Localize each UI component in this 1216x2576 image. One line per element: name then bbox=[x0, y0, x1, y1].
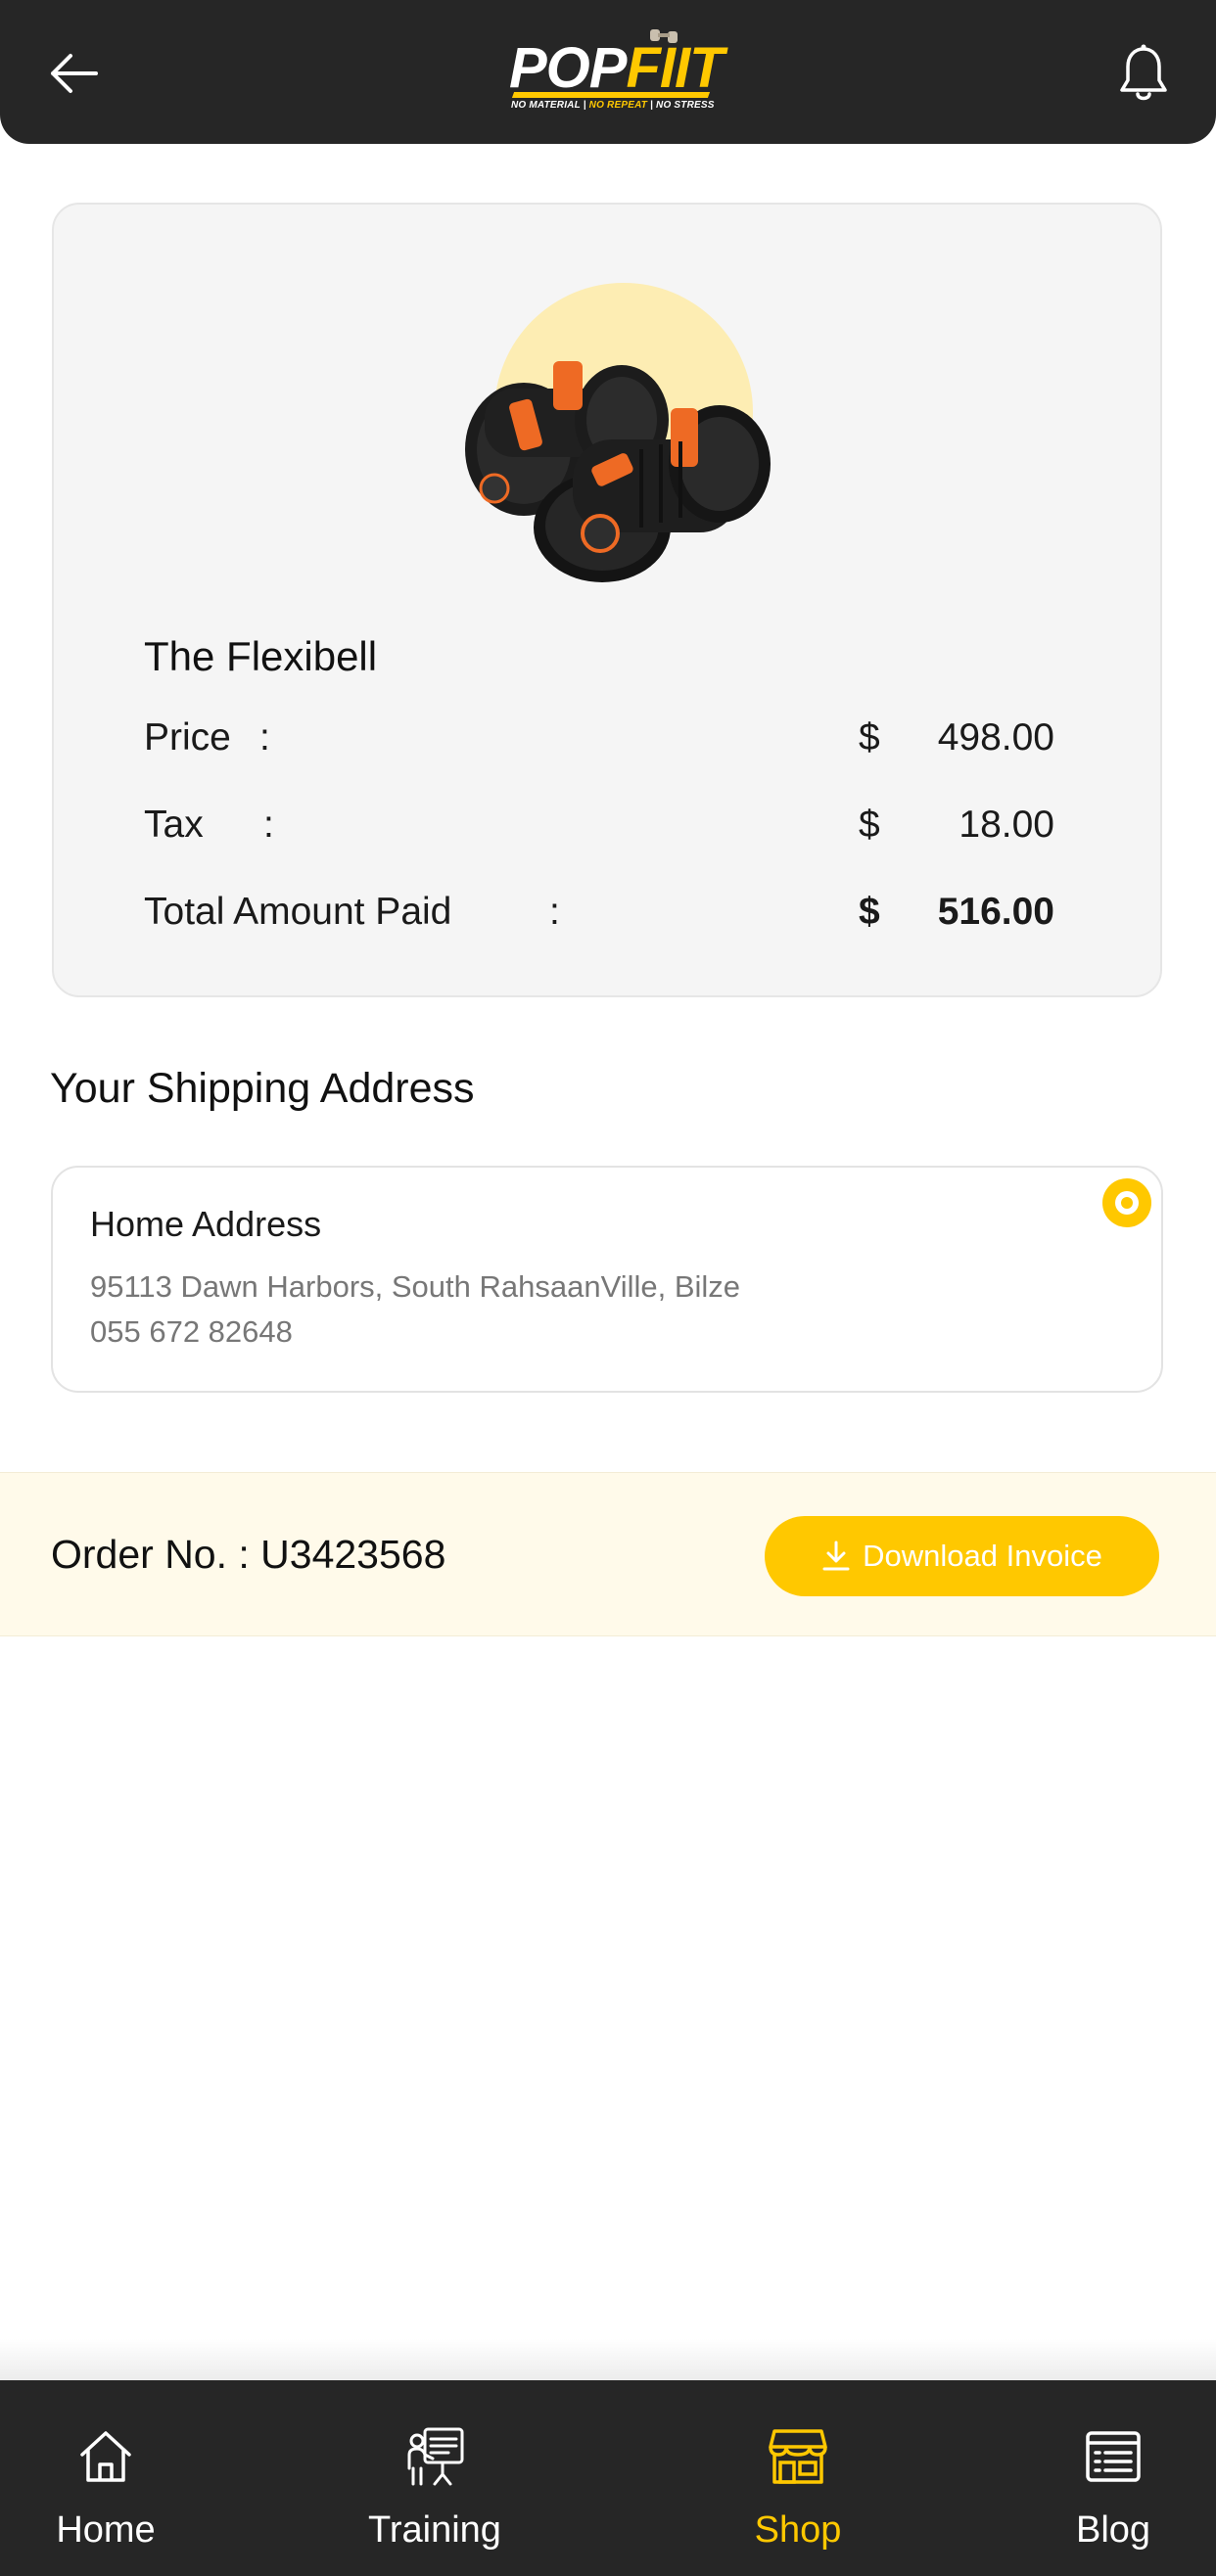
price-row: Price : $ 498.00 bbox=[144, 716, 1054, 765]
price-label: Price bbox=[144, 716, 231, 759]
address-title: Home Address bbox=[90, 1204, 322, 1244]
address-line: 95113 Dawn Harbors, South RahsaanVille, … bbox=[90, 1269, 741, 1304]
download-invoice-button[interactable]: Download Invoice bbox=[765, 1516, 1159, 1596]
shop-icon bbox=[769, 2429, 827, 2484]
back-button[interactable] bbox=[47, 49, 100, 98]
total-currency: $ bbox=[859, 891, 880, 933]
tax-label: Tax bbox=[144, 804, 204, 846]
order-bar: Order No. : U3423568 Download Invoice bbox=[0, 1472, 1216, 1636]
nav-item-blog[interactable]: Blog bbox=[1006, 2380, 1216, 2576]
nav-label-blog: Blog bbox=[1075, 2509, 1151, 2551]
download-icon bbox=[822, 1541, 850, 1571]
address-radio-selected[interactable] bbox=[1102, 1178, 1151, 1227]
total-colon: : bbox=[549, 891, 560, 933]
nav-item-training[interactable]: Training bbox=[327, 2380, 542, 2576]
order-summary-card: The Flexibell Price : $ 498.00 Tax : $ 1… bbox=[52, 203, 1162, 997]
price-colon: : bbox=[259, 716, 270, 759]
logo-tag-part: NO REPEAT bbox=[588, 100, 648, 111]
logo-tagline: NO MATERIAL | NO REPEAT | NO STRESS bbox=[511, 100, 715, 111]
address-card[interactable]: Home Address 95113 Dawn Harbors, South R… bbox=[51, 1166, 1163, 1393]
bottom-nav: Home Training Shop Blog bbox=[0, 2380, 1216, 2576]
home-icon bbox=[80, 2431, 131, 2482]
tax-currency: $ bbox=[859, 804, 880, 846]
nav-item-home[interactable]: Home bbox=[0, 2380, 213, 2576]
tax-value: 18.00 bbox=[959, 804, 1054, 846]
price-currency: $ bbox=[859, 716, 880, 759]
logo-pop: POP bbox=[509, 36, 627, 100]
adjustable-dumbbells-image bbox=[465, 361, 771, 582]
logo-underline bbox=[511, 92, 711, 98]
logo-tag-part: NO MATERIAL | bbox=[511, 100, 589, 111]
nav-label-training: Training bbox=[368, 2509, 501, 2551]
popfiit-logo: POPFIIT NO MATERIAL | NO REPEAT | NO STR… bbox=[499, 25, 725, 115]
tax-colon: : bbox=[263, 804, 274, 846]
total-row: Total Amount Paid : $ 516.00 bbox=[144, 891, 1054, 940]
tax-row: Tax : $ 18.00 bbox=[144, 804, 1054, 852]
total-label: Total Amount Paid bbox=[144, 891, 452, 933]
price-value: 498.00 bbox=[937, 716, 1054, 759]
app-header: POPFIIT NO MATERIAL | NO REPEAT | NO STR… bbox=[0, 0, 1216, 144]
logo-fiit: FIIT bbox=[626, 36, 725, 100]
address-phone: 055 672 82648 bbox=[90, 1314, 293, 1349]
product-name: The Flexibell bbox=[144, 633, 378, 679]
download-invoice-label: Download Invoice bbox=[863, 1539, 1102, 1573]
nav-item-shop[interactable]: Shop bbox=[690, 2380, 906, 2576]
nav-label-home: Home bbox=[56, 2509, 156, 2551]
total-value: 516.00 bbox=[937, 891, 1054, 933]
logo-wordmark: POPFIIT bbox=[509, 35, 725, 101]
shipping-section-title: Your Shipping Address bbox=[50, 1065, 475, 1112]
radio-dot bbox=[1121, 1197, 1133, 1209]
nav-label-shop: Shop bbox=[754, 2509, 842, 2551]
nav-shadow bbox=[0, 2339, 1216, 2380]
arrow-left-icon bbox=[51, 54, 98, 93]
order-number: Order No. : U3423568 bbox=[51, 1532, 446, 1577]
notifications-button[interactable] bbox=[1116, 43, 1171, 106]
blog-icon bbox=[1086, 2431, 1141, 2482]
logo-tag-part: | NO STRESS bbox=[647, 100, 715, 111]
training-icon bbox=[407, 2427, 464, 2486]
bell-icon bbox=[1120, 44, 1167, 101]
